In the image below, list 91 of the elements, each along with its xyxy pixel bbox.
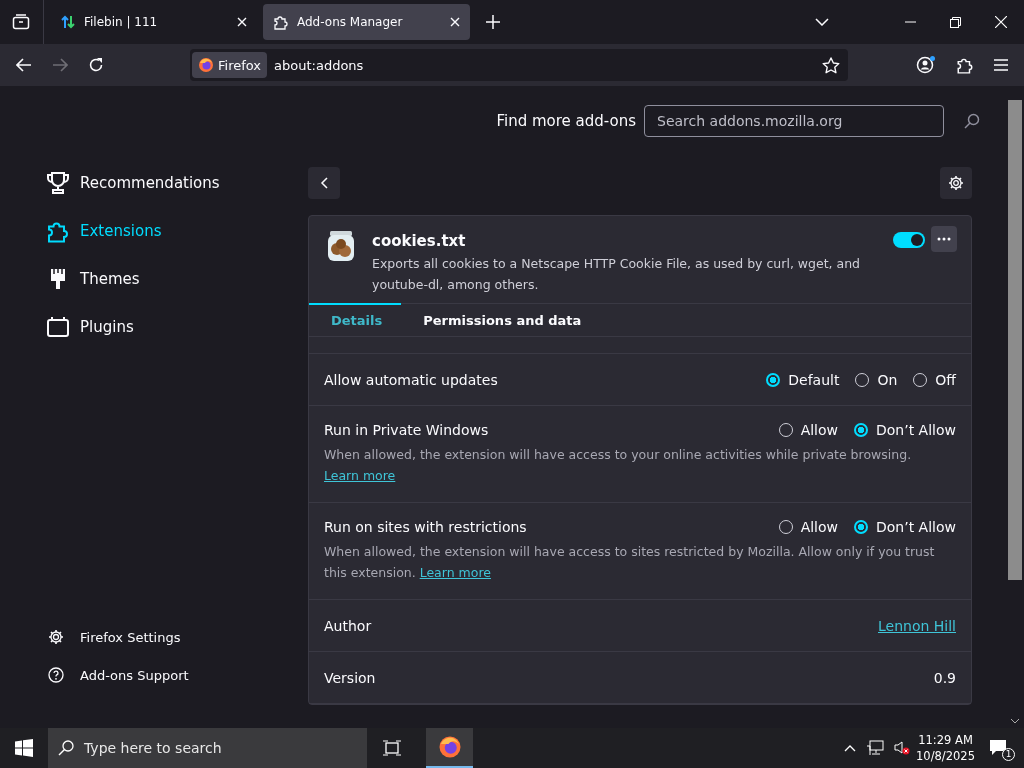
- plugin-icon: [46, 315, 70, 339]
- address-text[interactable]: about:addons: [274, 57, 364, 73]
- tab-title: Add-ons Manager: [297, 15, 404, 29]
- setting-value: 0.9: [933, 669, 956, 686]
- identity-button[interactable]: Firefox: [192, 52, 268, 78]
- category-item[interactable]: Extensions: [46, 217, 300, 245]
- learn-more-link[interactable]: Learn more: [419, 565, 491, 580]
- radio-button[interactable]: [854, 520, 868, 534]
- clock-time[interactable]: 11:29 AM: [918, 732, 973, 748]
- setting-label: Version: [324, 669, 376, 686]
- muted-speaker-icon[interactable]: [894, 740, 911, 756]
- chevron-up-icon[interactable]: [844, 744, 857, 752]
- trophy-icon: [46, 171, 70, 195]
- tab-title: Filebin | 111: [84, 15, 159, 29]
- chevron-left-icon: [320, 177, 328, 189]
- category-item[interactable]: Plugins: [46, 313, 300, 341]
- scroll-down-icon[interactable]: [1010, 718, 1020, 724]
- radio-option[interactable]: Don’t Allow: [854, 422, 956, 438]
- back-button[interactable]: [308, 167, 340, 199]
- restore-icon[interactable]: [950, 16, 961, 28]
- option-label: Don’t Allow: [876, 422, 956, 438]
- notification-button[interactable]: 1: [989, 737, 1013, 759]
- browser-logo-icon: [198, 57, 214, 73]
- scrollbar-thumb[interactable]: [1008, 100, 1022, 580]
- search-icon: [58, 740, 74, 756]
- search-icon[interactable]: [964, 113, 980, 129]
- find-label: Find more add-ons: [496, 112, 636, 130]
- category-item[interactable]: Recommendations: [46, 169, 300, 197]
- detail-tab[interactable]: Permissions and data: [401, 303, 601, 336]
- setting-description: When allowed, the extension will have access to sites restricted by Mozilla. Allow only if you trust this extension. Learn more: [324, 543, 936, 582]
- arrows-icon: [60, 14, 76, 30]
- option-label: Allow: [800, 422, 838, 438]
- addon-name: cookies.txt: [372, 232, 467, 250]
- radio-button[interactable]: [854, 423, 868, 437]
- category-item[interactable]: Themes: [46, 265, 300, 293]
- option-label: Off: [935, 371, 956, 388]
- taskbar-search-field[interactable]: Type here to search: [48, 728, 367, 768]
- browser-tab[interactable]: Add-ons Manager: [263, 4, 470, 40]
- option-label: Don’t Allow: [876, 519, 956, 535]
- radio-option[interactable]: Don’t Allow: [854, 519, 956, 535]
- back-icon[interactable]: [16, 58, 32, 72]
- settings-icon: [48, 629, 64, 645]
- help-icon: [48, 667, 64, 683]
- tab-list-icon[interactable]: [12, 14, 30, 30]
- radio-button[interactable]: [766, 372, 781, 387]
- forward-icon[interactable]: [52, 58, 68, 72]
- setting-description: When allowed, the extension will have access to your online activities while private browsing. Learn more: [324, 446, 913, 485]
- star-icon[interactable]: [822, 56, 840, 74]
- setting-label: Author: [324, 617, 372, 634]
- browser-tab[interactable]: Filebin | 111: [50, 4, 257, 40]
- radio-option[interactable]: Allow: [778, 519, 838, 535]
- more-icon: [937, 237, 951, 241]
- search-field[interactable]: Search addons.mozilla.org: [644, 105, 944, 137]
- addon-description: Exports all cookies to a Netscape HTTP Cookie File, as used by curl, wget, and youtube-dl, among others.: [372, 255, 862, 294]
- radio-option[interactable]: Default: [766, 371, 840, 388]
- browser-logo-icon: [437, 735, 462, 759]
- setting-label: Run in Private Windows: [324, 422, 489, 438]
- cookie-jar-icon: [326, 230, 356, 262]
- settings-icon: [948, 175, 964, 191]
- option-label: Default: [788, 371, 840, 388]
- chevron-down-icon[interactable]: [815, 18, 829, 26]
- puzzle-icon: [273, 14, 289, 30]
- more-options-button[interactable]: [931, 226, 957, 252]
- menu-icon[interactable]: [994, 59, 1008, 71]
- taskbar-app-button[interactable]: [426, 728, 473, 768]
- new-tab-icon[interactable]: [486, 15, 500, 29]
- puzzle-icon[interactable]: [956, 56, 974, 74]
- option-label: On: [877, 371, 898, 388]
- close-icon[interactable]: [450, 17, 460, 27]
- account-icon[interactable]: [916, 56, 936, 74]
- footer-link[interactable]: Firefox Settings: [48, 627, 300, 647]
- author-link[interactable]: Lennon Hill: [878, 617, 956, 634]
- close-icon[interactable]: [995, 16, 1007, 28]
- radio-option[interactable]: Allow: [778, 422, 838, 438]
- radio-option[interactable]: On: [855, 371, 898, 388]
- footer-link[interactable]: Add-ons Support: [48, 665, 300, 685]
- option-label: Allow: [800, 519, 838, 535]
- enable-toggle[interactable]: [893, 232, 925, 248]
- detail-tab[interactable]: Details: [309, 303, 402, 336]
- setting-label: Run on sites with restrictions: [324, 519, 527, 535]
- task-view-icon[interactable]: [383, 740, 401, 756]
- clock-date[interactable]: 10/8/2025: [916, 748, 975, 764]
- windows-logo-icon[interactable]: [15, 739, 33, 757]
- radio-option[interactable]: Off: [913, 371, 956, 388]
- setting-label: Allow automatic updates: [324, 371, 498, 388]
- network-icon[interactable]: [866, 740, 885, 756]
- close-icon[interactable]: [237, 17, 247, 27]
- reload-icon[interactable]: [88, 57, 104, 73]
- settings-button[interactable]: [940, 167, 972, 199]
- learn-more-link[interactable]: Learn more: [324, 468, 396, 483]
- notification-icon: [989, 739, 1007, 756]
